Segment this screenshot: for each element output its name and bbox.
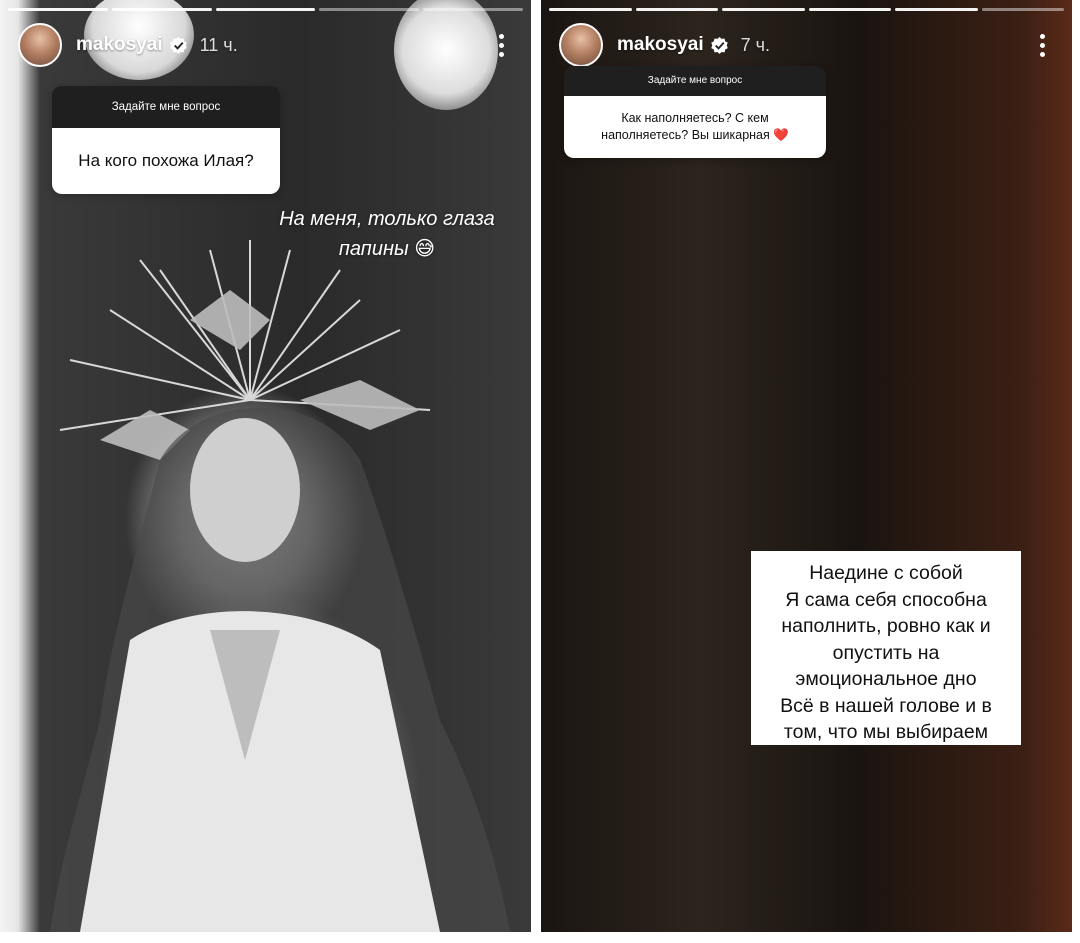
post-time: 11 ч.: [199, 34, 238, 55]
story-header: makosyai 11 ч.: [18, 22, 513, 68]
question-text: На кого похожа Илая?: [52, 128, 280, 194]
answer-line: Я сама себя способна: [785, 588, 987, 611]
question-text: Как наполняетесь? С кем наполняетесь? Вы…: [564, 96, 826, 158]
more-options-icon[interactable]: [1030, 30, 1054, 60]
answer-line: том, что мы выбираем: [783, 721, 989, 743]
story-progress-bar: [8, 8, 523, 11]
story-header: makosyai 7 ч.: [559, 22, 1054, 68]
answer-text-box: Наедине с собой Я сама себя способна нап…: [751, 551, 1021, 745]
answer-line: Наедине с собой: [809, 562, 963, 584]
story-panel-left[interactable]: makosyai 11 ч. Задайте мне вопрос На ког…: [0, 0, 531, 932]
username[interactable]: makosyai: [76, 34, 163, 56]
question-sticker-header: Задайте мне вопрос: [52, 86, 280, 128]
question-line: наполняетесь? Вы шикарная ❤️: [601, 128, 789, 142]
story-progress-bar: [549, 8, 1064, 11]
answer-line: Всё в нашей голове и в: [780, 694, 992, 717]
avatar[interactable]: [559, 23, 603, 67]
question-sticker[interactable]: Задайте мне вопрос На кого похожа Илая?: [52, 86, 280, 194]
post-time: 7 ч.: [740, 34, 771, 55]
answer-line: наполнить, ровно как и: [781, 615, 991, 637]
verified-badge-icon: [710, 36, 729, 55]
answer-line: На меня, только глаза: [279, 208, 495, 230]
more-options-icon[interactable]: [489, 30, 513, 60]
answer-line: папины 😅: [338, 238, 436, 260]
answer-line: эмоциональное дно: [795, 668, 977, 690]
woman-portrait-left: [50, 407, 510, 932]
question-sticker-header: Задайте мне вопрос: [564, 66, 826, 96]
avatar[interactable]: [18, 23, 62, 67]
answer-line: опустить на: [832, 641, 940, 664]
answer-text: На меня, только глаза папины 😅: [262, 204, 512, 264]
username[interactable]: makosyai: [617, 34, 704, 56]
question-sticker[interactable]: Задайте мне вопрос Как наполняетесь? С к…: [564, 66, 826, 158]
verified-badge-icon: [169, 36, 188, 55]
story-panel-right[interactable]: makosyai 7 ч. Задайте мне вопрос Как нап…: [541, 0, 1072, 932]
question-line: Как наполняетесь? С кем: [621, 111, 769, 125]
divider: [531, 0, 541, 943]
